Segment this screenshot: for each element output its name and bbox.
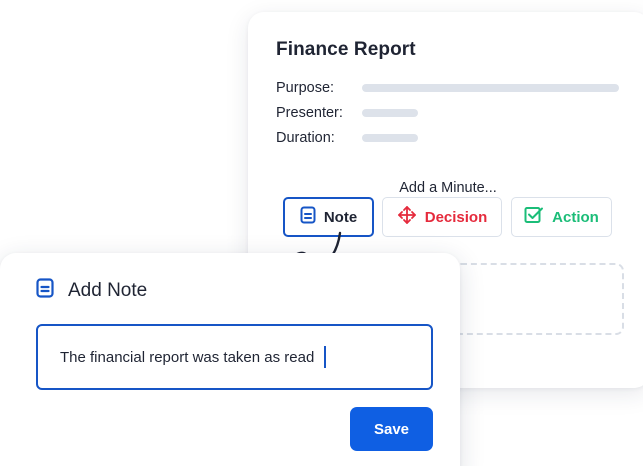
note-document-icon (36, 278, 54, 303)
add-minute-label: Add a Minute... (399, 180, 497, 196)
note-input[interactable]: The financial report was taken as read (36, 324, 433, 390)
field-label-presenter: Presenter: (276, 105, 343, 121)
checkbox-check-icon (524, 206, 544, 228)
save-button[interactable]: Save (350, 407, 433, 451)
stage: Finance Report Purpose: Presenter: Durat… (0, 0, 643, 466)
purpose-placeholder-bar (362, 84, 619, 92)
add-note-card: Add Note The financial report was taken … (0, 253, 460, 466)
field-row-purpose: Purpose: (276, 78, 619, 98)
move-arrows-icon (397, 205, 417, 229)
field-row-duration: Duration: (276, 128, 418, 148)
note-input-value: The financial report was taken as read (60, 348, 315, 366)
report-title: Finance Report (276, 39, 416, 60)
field-label-duration: Duration: (276, 130, 335, 146)
field-label-purpose: Purpose: (276, 80, 335, 96)
decision-button[interactable]: Decision (382, 197, 502, 237)
action-button-label: Action (552, 208, 599, 226)
add-note-title: Add Note (68, 279, 148, 301)
minute-drop-zone (453, 263, 624, 335)
action-button[interactable]: Action (511, 197, 612, 237)
presenter-placeholder-bar (362, 109, 418, 117)
note-button-label: Note (323, 208, 358, 226)
duration-placeholder-bar (362, 134, 418, 142)
add-note-header: Add Note (36, 278, 147, 303)
text-caret (324, 346, 327, 368)
decision-button-label: Decision (424, 208, 488, 226)
field-row-presenter: Presenter: (276, 103, 418, 123)
